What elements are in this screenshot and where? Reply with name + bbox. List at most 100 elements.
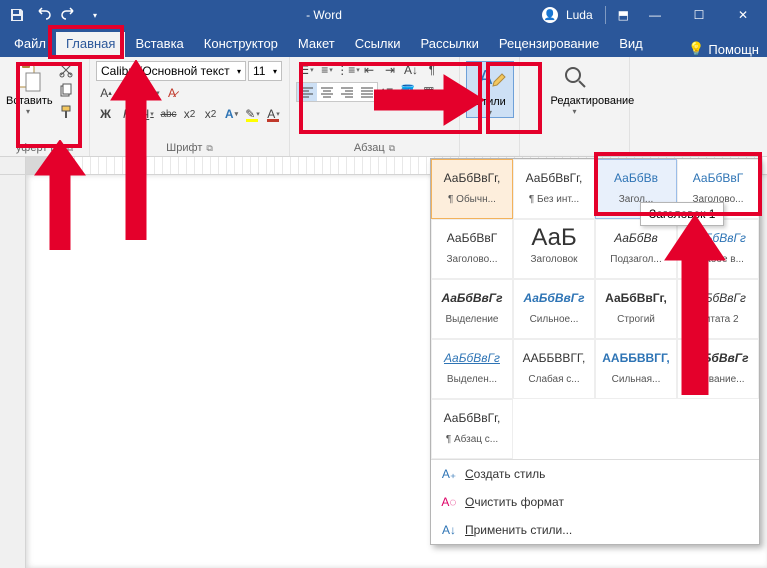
close-button[interactable]: ✕ [725, 0, 761, 30]
user-avatar-icon[interactable]: 👤 [542, 7, 558, 23]
apply-styles-item[interactable]: A↓ Применить стили... [431, 516, 759, 544]
font-name-combo[interactable]: Calibri (Основной текст▾ [96, 61, 246, 81]
undo-icon[interactable] [32, 4, 54, 26]
align-right-button[interactable] [337, 83, 357, 101]
bullets-button[interactable]: ☰ [296, 61, 316, 79]
shading-button[interactable]: 🪣 [400, 82, 420, 100]
tab-view[interactable]: Вид [609, 32, 653, 57]
style-cell[interactable]: АаБбВвГгНазвание... [677, 339, 759, 399]
clear-format-item[interactable]: A◌ Очистить формат [431, 488, 759, 516]
format-painter-icon[interactable] [54, 103, 78, 121]
paragraph-launcher-icon[interactable]: ⧉ [389, 143, 395, 154]
style-label: Выделен... [436, 374, 508, 385]
tab-design[interactable]: Конструктор [194, 32, 288, 57]
superscript-button[interactable]: x2 [201, 105, 220, 123]
style-cell[interactable]: АаБбВвГЗаголово... [431, 219, 513, 279]
style-label: Строгий [600, 314, 672, 325]
style-cell[interactable]: ААББВВГГ,Слабая с... [513, 339, 595, 399]
tab-insert[interactable]: Вставка [125, 32, 193, 57]
apply-styles-icon: A↓ [441, 522, 457, 538]
strikethrough-button[interactable]: abc [159, 105, 178, 123]
style-cell[interactable]: АаБбВвГг,¶ Абзац с... [431, 399, 513, 459]
svg-text:A: A [479, 67, 493, 89]
borders-button[interactable]: ▦ [421, 82, 441, 100]
tell-me-label[interactable]: Помощн [708, 42, 759, 57]
user-name[interactable]: Luda [566, 8, 593, 22]
justify-button[interactable] [357, 83, 377, 101]
paste-button[interactable]: Вставить ▾ [6, 61, 50, 121]
cut-icon[interactable] [54, 61, 78, 79]
clipboard-group-label: уферт на [16, 142, 63, 154]
shrink-font-button[interactable]: A▾ [118, 84, 138, 102]
style-cell[interactable]: АаБбВвГгЦитата 2 [677, 279, 759, 339]
clear-format-label: Очистить формат [465, 495, 564, 509]
multilevel-list-button[interactable]: ⋮≡ [338, 61, 358, 79]
editing-label: Редактирование [551, 95, 599, 107]
tab-mailings[interactable]: Рассылки [410, 32, 488, 57]
line-spacing-button[interactable]: ↕≡ [379, 82, 399, 100]
style-cell[interactable]: АаБбВвГг,¶ Без инт... [513, 159, 595, 219]
font-launcher-icon[interactable]: ⧉ [206, 143, 212, 154]
copy-icon[interactable] [54, 82, 78, 100]
style-cell[interactable]: АаБбВвГгСлабое в... [677, 219, 759, 279]
clipboard-launcher-icon[interactable]: ⧉ [67, 143, 73, 154]
tab-references[interactable]: Ссылки [345, 32, 411, 57]
clear-formatting-button[interactable]: A̷ [162, 84, 182, 102]
sort-button[interactable]: A↓ [401, 61, 421, 79]
ribbon-display-icon[interactable]: ⬒ [618, 8, 629, 22]
tab-layout[interactable]: Макет [288, 32, 345, 57]
text-effects-button[interactable]: A [222, 105, 241, 123]
numbering-button[interactable]: ≡ [317, 61, 337, 79]
style-cell[interactable]: АаБбВвПодзагол... [595, 219, 677, 279]
italic-button[interactable]: К [117, 105, 136, 123]
style-cell[interactable]: ААББВВГГ, Сильная... [595, 339, 677, 399]
style-cell[interactable]: АаБбВвГгСильное... [513, 279, 595, 339]
decrease-indent-button[interactable]: ⇤ [359, 61, 379, 79]
underline-button[interactable]: Ч [138, 105, 157, 123]
font-size-combo[interactable]: 11▾ [248, 61, 282, 81]
minimize-button[interactable]: — [637, 0, 673, 30]
redo-icon[interactable] [58, 4, 80, 26]
change-case-button[interactable]: Aa [140, 84, 160, 102]
bold-button[interactable]: Ж [96, 105, 115, 123]
style-label: Слабая с... [518, 374, 590, 385]
tell-me-icon[interactable]: 💡 [688, 41, 704, 57]
increase-indent-button[interactable]: ⇥ [380, 61, 400, 79]
editing-button[interactable]: Редактирование ▾ [551, 61, 599, 116]
align-left-button[interactable] [297, 83, 317, 101]
style-label: Сильная... [600, 374, 672, 385]
font-color-button[interactable]: A [264, 105, 283, 123]
create-style-item[interactable]: A₊ Создать стиль [431, 460, 759, 488]
styles-icon: A [474, 62, 506, 94]
style-label: Подзагол... [600, 254, 672, 265]
style-label: ¶ Обычн... [436, 194, 508, 205]
style-sample: АаБбВвГг, [436, 166, 508, 190]
style-label: Название... [682, 374, 754, 385]
highlight-button[interactable]: ✎ [243, 105, 262, 123]
vertical-ruler[interactable] [0, 175, 26, 568]
grow-font-button[interactable]: A▴ [96, 84, 116, 102]
style-cell[interactable]: АаБбВвГгВыделение [431, 279, 513, 339]
show-marks-button[interactable]: ¶ [422, 61, 442, 79]
align-center-button[interactable] [317, 83, 337, 101]
style-sample: ААББВВГГ, [600, 346, 672, 370]
style-sample: АаБбВвГг, [600, 286, 672, 310]
create-style-icon: A₊ [441, 466, 457, 482]
style-cell[interactable]: АаБбВвГг, ¶ Обычн... [431, 159, 513, 219]
window-title: - Word [106, 8, 542, 22]
style-sample: АаБбВвГг [436, 286, 508, 310]
style-cell[interactable]: АаБбВвГг Выделен... [431, 339, 513, 399]
tab-home[interactable]: Главная [56, 32, 125, 57]
qat-customize-icon[interactable]: ▾ [84, 4, 106, 26]
tab-review[interactable]: Рецензирование [489, 32, 609, 57]
save-icon[interactable] [6, 4, 28, 26]
tab-file[interactable]: Файл [4, 32, 56, 57]
subscript-button[interactable]: x2 [180, 105, 199, 123]
style-sample: АаБбВвГг [682, 286, 754, 310]
maximize-button[interactable]: ☐ [681, 0, 717, 30]
style-cell[interactable]: АаБбВвГг, Строгий [595, 279, 677, 339]
style-cell[interactable]: АаБЗаголовок [513, 219, 595, 279]
styles-button[interactable]: A Стили ▾ [466, 61, 514, 118]
style-sample: АаБбВвГг [436, 346, 508, 370]
apply-styles-label: Применить стили... [465, 523, 572, 537]
